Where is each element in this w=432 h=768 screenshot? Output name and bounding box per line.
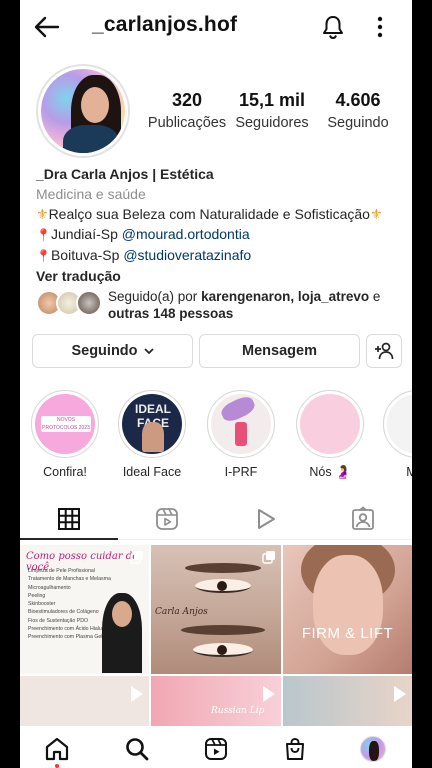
profile-bio: _Dra Carla Anjos | Estética Medicina e s… xyxy=(36,164,402,286)
bio-category: Medicina e saúde xyxy=(36,186,146,202)
bio-name: _Dra Carla Anjos | Estética xyxy=(36,166,214,182)
highlight-label: Ideal Face xyxy=(122,465,182,479)
profile-username: _carlanjos.hof xyxy=(92,13,238,36)
post-tile[interactable] xyxy=(20,676,149,726)
pin-icon: 📍 xyxy=(36,228,51,242)
reels-icon[interactable] xyxy=(203,736,229,762)
followed-by[interactable]: Seguido(a) por karengenaron, loja_atrevo… xyxy=(36,288,404,322)
top-bar: _carlanjos.hof xyxy=(20,0,412,54)
highlight-cover: IDEAL FACE xyxy=(122,394,182,454)
highlight-confira[interactable]: NOVOS PROTOCOLOS 2023 Confira! xyxy=(30,390,100,479)
stat-followers-value: 15,1 mil xyxy=(238,90,306,110)
reel-play-icon xyxy=(263,686,275,702)
following-button-label: Seguindo xyxy=(71,343,138,359)
search-icon[interactable] xyxy=(124,736,150,762)
avatar xyxy=(360,736,386,762)
stat-following-value: 4.606 xyxy=(335,90,381,110)
notification-dot xyxy=(55,764,59,768)
post-tile[interactable]: Carla Anjos xyxy=(151,545,281,674)
highlight-label: Nós 🤰 xyxy=(309,465,351,479)
follower-avatar xyxy=(76,290,102,316)
active-tab-indicator xyxy=(20,538,118,540)
video-play-icon[interactable] xyxy=(252,506,278,532)
highlight-label: Confira! xyxy=(43,465,87,479)
see-translation-link[interactable]: Ver tradução xyxy=(36,266,402,286)
home-icon[interactable] xyxy=(44,736,70,762)
highlight-label: Mar xyxy=(406,465,412,479)
pin-icon: 📍 xyxy=(36,249,51,263)
shop-icon[interactable] xyxy=(282,736,308,762)
post-tile[interactable]: FIRM & LIFT xyxy=(283,545,412,674)
followed-by-others: outras 148 pessoas xyxy=(108,306,234,321)
highlight-ideal-face[interactable]: IDEAL FACE Ideal Face xyxy=(117,390,187,479)
bio-line-3: 📍Boituva-Sp @studioveratazinafo xyxy=(36,245,402,266)
followed-by-connector: e xyxy=(372,289,381,304)
highlight-cover-text: NOVOS PROTOCOLOS 2023 xyxy=(41,416,91,432)
message-button-label: Mensagem xyxy=(242,343,317,359)
stat-following[interactable]: 4.606 Seguindo xyxy=(320,90,396,131)
highlight-cover xyxy=(300,394,360,454)
chevron-down-icon xyxy=(143,347,154,354)
message-button[interactable]: Mensagem xyxy=(199,334,360,368)
followed-by-names: karengenaron, loja_atrevo xyxy=(201,289,370,304)
post-overlay-text: Russian Lip xyxy=(211,706,265,716)
stat-posts-value: 320 xyxy=(171,90,203,110)
highlight-mar[interactable]: Mar xyxy=(382,390,412,479)
more-options-icon[interactable] xyxy=(372,14,388,40)
grid-icon[interactable] xyxy=(56,506,82,532)
stat-following-label: Seguindo xyxy=(327,115,389,131)
bio-line-2: 📍Jundiaí-Sp @mourad.ortodontia xyxy=(36,224,402,245)
profile-screen: _carlanjos.hof 320 Publicações 15,1 mil … xyxy=(20,0,412,768)
stat-followers-label: Seguidores xyxy=(235,115,309,131)
reels-icon[interactable] xyxy=(154,506,180,532)
bio-line-1: ⚜Realço sua Beleza com Naturalidade e So… xyxy=(36,204,402,224)
followed-by-text: Seguido(a) por karengenaron, loja_atrevo… xyxy=(108,288,380,322)
profile-avatar[interactable] xyxy=(36,64,130,158)
carousel-icon xyxy=(130,551,143,564)
post-tile[interactable]: Russian Lip xyxy=(151,676,281,726)
post-brand-watermark: Carla Anjos xyxy=(155,607,208,617)
bio-mention-2[interactable]: @studioveratazinafo xyxy=(123,247,251,263)
highlight-i-prf[interactable]: I-PRF xyxy=(206,390,276,479)
post-overlay-text: FIRM & LIFT xyxy=(301,625,394,642)
profile-avatar-tab[interactable] xyxy=(360,736,386,762)
following-button[interactable]: Seguindo xyxy=(32,334,193,368)
avatar-photo xyxy=(41,69,125,153)
suggest-people-button[interactable] xyxy=(366,334,402,368)
carousel-icon xyxy=(262,551,275,564)
post-tile[interactable]: Como posso cuidar de você Limpeza de Pel… xyxy=(20,545,149,674)
stat-followers[interactable]: 15,1 mil Seguidores xyxy=(234,90,310,131)
add-person-icon xyxy=(375,342,394,360)
bio-tagline: Realço sua Beleza com Naturalidade e Sof… xyxy=(48,206,370,222)
fleur-de-lis-icon: ⚜ xyxy=(36,206,49,222)
bio-mention-1[interactable]: @mourad.ortodontia xyxy=(122,226,250,242)
stat-posts-label: Publicações xyxy=(147,115,227,131)
bell-icon[interactable] xyxy=(320,14,346,40)
bio-city-2: Boituva-Sp xyxy=(50,247,120,263)
stat-posts[interactable]: 320 Publicações xyxy=(144,90,230,131)
fleur-de-lis-icon: ⚜ xyxy=(369,206,383,222)
highlight-cover xyxy=(387,394,412,454)
tagged-icon[interactable] xyxy=(350,506,376,532)
reel-play-icon xyxy=(131,686,143,702)
profile-tabs xyxy=(20,498,412,540)
post-tile[interactable] xyxy=(283,676,412,726)
highlight-label: I-PRF xyxy=(224,465,258,479)
highlight-cover: NOVOS PROTOCOLOS 2023 xyxy=(35,394,95,454)
followed-by-prefix: Seguido(a) por xyxy=(108,289,198,304)
reel-play-icon xyxy=(394,686,406,702)
bio-city-1: Jundiaí-Sp xyxy=(50,226,118,242)
bottom-navigation xyxy=(20,728,412,768)
highlight-cover xyxy=(211,394,271,454)
back-arrow-icon[interactable] xyxy=(34,15,60,39)
highlight-nos[interactable]: Nós 🤰 xyxy=(295,390,365,480)
